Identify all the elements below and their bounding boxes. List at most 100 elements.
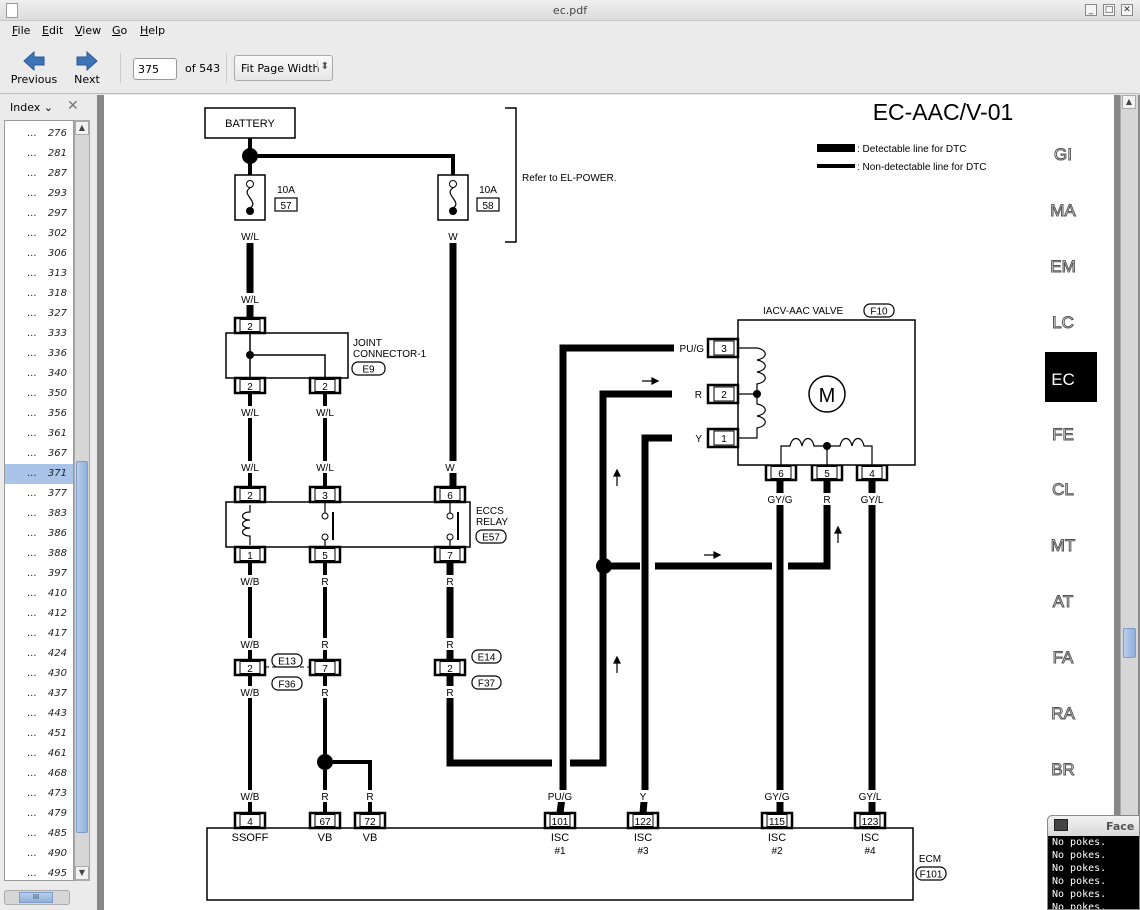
pin-number: 101 [552,817,569,828]
index-item[interactable]: ... 371 [5,464,73,484]
index-item[interactable]: ... 367 [5,444,73,464]
index-item[interactable]: ... 297 [5,204,73,224]
document-scroll-thumb[interactable] [1123,628,1136,658]
index-item[interactable]: ... 388 [5,544,73,564]
legend-non-detectable: : Non-detectable line for DTC [857,162,987,173]
index-item[interactable]: ... 468 [5,764,73,784]
section-tab-em[interactable]: EM [1050,257,1077,277]
index-item[interactable]: ... 313 [5,264,73,284]
index-item[interactable]: ... 287 [5,164,73,184]
next-button[interactable]: Next [59,49,115,91]
index-item-dots: ... [27,848,37,859]
index-item-page: 412 [47,608,67,619]
section-tab-at[interactable]: AT [1052,592,1073,612]
sidebar-mode-select[interactable]: Index ⌄ [10,101,53,114]
sidebar-scroll-thumb[interactable] [76,461,88,833]
terminal-window[interactable]: Face No pokes. No pokes. No pokes. No pokes… [1047,815,1140,910]
section-tab-lc[interactable]: LC [1052,313,1075,333]
index-item[interactable]: ... 495 [5,864,73,880]
index-item[interactable]: ... 361 [5,424,73,444]
index-item[interactable]: ... 485 [5,824,73,844]
sidebar-vertical-scrollbar[interactable]: ▲ ▼ [74,120,90,881]
index-item[interactable]: ... 383 [5,504,73,524]
menu-view[interactable]: View [75,24,101,37]
index-item[interactable]: ... 377 [5,484,73,504]
index-item[interactable]: ... 397 [5,564,73,584]
section-tab-br[interactable]: BR [1051,760,1076,780]
section-tab-ma[interactable]: MA [1050,201,1077,221]
terminal-title-bar[interactable]: Face [1048,816,1139,836]
index-item[interactable]: ... 479 [5,804,73,824]
index-item[interactable]: ... 276 [5,124,73,144]
index-item[interactable]: ... 293 [5,184,73,204]
index-item-dots: ... [27,588,37,599]
index-item[interactable]: ... 430 [5,664,73,684]
ecm-terminal-label: VB [363,832,378,844]
close-button[interactable]: ✕ [1121,4,1133,16]
index-item[interactable]: ... 443 [5,704,73,724]
index-item[interactable]: ... 318 [5,284,73,304]
index-item[interactable]: ... 356 [5,404,73,424]
wire [258,154,455,175]
section-tab-cl[interactable]: CL [1052,480,1075,500]
relay-contact [446,512,454,520]
section-tab-fa[interactable]: FA [1052,648,1074,668]
scroll-up-icon[interactable]: ▲ [1122,95,1136,109]
sidebar-close-icon[interactable]: ✕ [67,98,79,114]
index-item-dots: ... [27,208,37,219]
wire-color-label: R [695,390,702,401]
index-item-page: 302 [47,228,67,239]
section-tab-ec[interactable]: EC [1051,370,1075,389]
menu-edit[interactable]: Edit [42,24,63,37]
index-item[interactable]: ... 424 [5,644,73,664]
menu-help[interactable]: Help [140,24,165,37]
index-item[interactable]: ... 350 [5,384,73,404]
index-item-page: 424 [47,648,67,659]
index-item[interactable]: ... 306 [5,244,73,264]
pdf-page: EC-AAC/V-01: Detectable line for DTC: No… [104,95,1114,910]
index-item[interactable]: ... 473 [5,784,73,804]
zoom-select[interactable]: Fit Page Width ⬍ [234,55,333,81]
index-item[interactable]: ... 336 [5,344,73,364]
index-item-page: 340 [47,368,67,379]
index-item[interactable]: ... 386 [5,524,73,544]
menu-file[interactable]: File [12,24,30,37]
sidebar-hscroll-thumb[interactable]: III [19,892,53,903]
relay-contact [446,533,454,541]
wire-color-label: GY/G [767,495,792,506]
index-item[interactable]: ... 461 [5,744,73,764]
document-vertical-scrollbar[interactable]: ▲ [1120,95,1138,910]
index-item-page: 287 [47,168,67,179]
previous-button[interactable]: Previous [6,49,62,91]
index-item[interactable]: ... 412 [5,604,73,624]
scroll-up-icon[interactable]: ▲ [75,121,89,135]
index-item[interactable]: ... 333 [5,324,73,344]
index-item[interactable]: ... 302 [5,224,73,244]
page-number-input[interactable] [133,58,177,80]
section-tab-ra[interactable]: RA [1051,704,1076,724]
index-item[interactable]: ... 281 [5,144,73,164]
section-tab-gi[interactable]: GI [1054,145,1073,165]
index-item[interactable]: ... 417 [5,624,73,644]
index-item[interactable]: ... 340 [5,364,73,384]
index-item-dots: ... [27,488,37,499]
section-tab-fe[interactable]: FE [1052,425,1075,445]
index-item-page: 430 [47,668,67,679]
index-item[interactable]: ... 437 [5,684,73,704]
section-tab-mt[interactable]: MT [1050,536,1076,556]
minimize-button[interactable]: _ [1085,4,1097,16]
index-item-page: 479 [47,808,67,819]
connector-id: E57 [482,533,500,544]
index-item[interactable]: ... 490 [5,844,73,864]
index-item[interactable]: ... 327 [5,304,73,324]
index-item[interactable]: ... 410 [5,584,73,604]
maximize-button[interactable]: □ [1103,4,1115,16]
ecm-terminal-sub: #4 [864,846,876,857]
wire-color-label: GY/L [859,792,882,803]
menu-go[interactable]: Go [112,24,127,37]
scroll-down-icon[interactable]: ▼ [75,866,89,880]
sidebar-horizontal-scrollbar[interactable]: III [4,890,70,905]
terminal-line: No pokes. [1052,837,1107,848]
wire-color-label: PU/G [680,344,705,355]
index-item[interactable]: ... 451 [5,724,73,744]
